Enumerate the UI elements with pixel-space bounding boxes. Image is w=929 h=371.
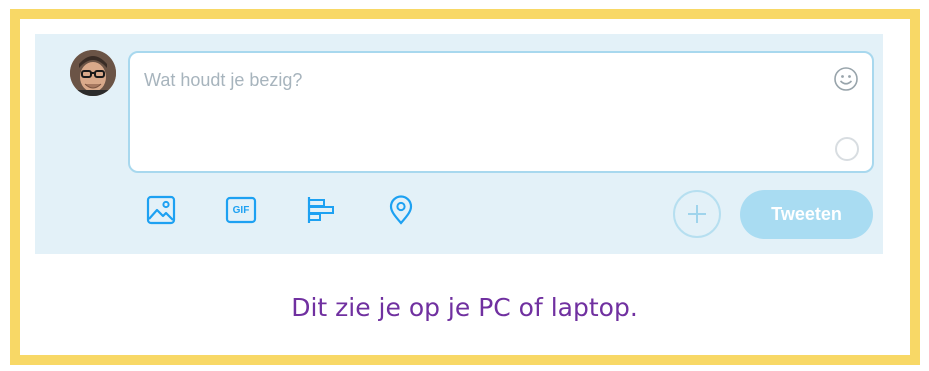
location-icon[interactable] (385, 194, 417, 226)
poll-icon[interactable] (305, 194, 337, 226)
gif-label: GIF (232, 204, 250, 216)
image-icon[interactable] (145, 194, 177, 226)
avatar[interactable] (70, 50, 116, 96)
tweet-placeholder: Wat houdt je bezig? (144, 70, 303, 90)
tweet-composer: Wat houdt je bezig? GIF Tweeten (35, 34, 883, 254)
caption: Dit zie je op je PC of laptop. (291, 293, 638, 322)
gif-icon[interactable]: GIF (225, 194, 257, 226)
smiley-icon[interactable] (833, 66, 859, 92)
tweet-textbox[interactable]: Wat houdt je bezig? (128, 51, 874, 173)
plus-icon (688, 205, 706, 223)
add-tweet-button[interactable] (673, 190, 721, 238)
user-avatar-image (70, 50, 116, 96)
tweet-button[interactable]: Tweeten (740, 190, 873, 239)
character-counter-ring (835, 137, 859, 161)
